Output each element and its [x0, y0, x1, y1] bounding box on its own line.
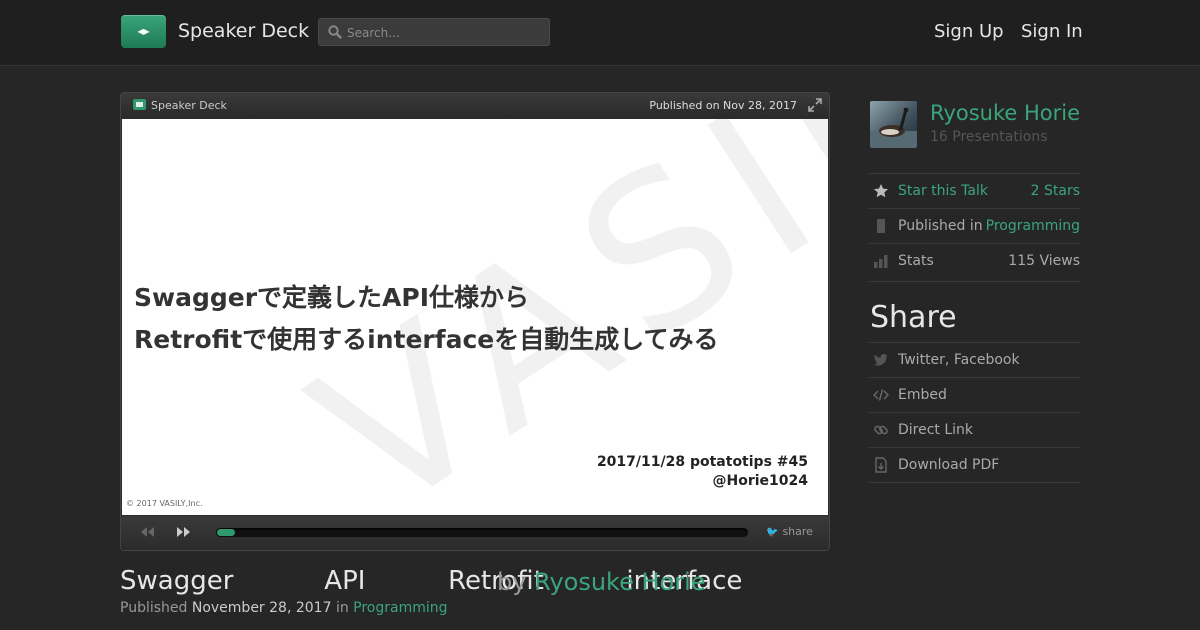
star-talk-label: Star this Talk [898, 183, 988, 199]
share-embed[interactable]: Embed [869, 377, 1080, 411]
slide-copyright: © 2017 VASILY,Inc. [126, 499, 203, 508]
goose-photo-icon [870, 107, 917, 148]
published-in-row: Published in Programming [869, 208, 1080, 242]
slide-title-line-1: Swaggerで定義したAPI仕様から [134, 283, 530, 312]
share-download-pdf-label: Download PDF [898, 457, 1000, 473]
star-count: 2 Stars [1030, 183, 1080, 199]
slide-handle: @Horie1024 [712, 473, 809, 489]
previous-slide-icon[interactable] [139, 526, 155, 538]
sign-in-link[interactable]: Sign In [1021, 21, 1083, 42]
published-date: November 28, 2017 [191, 600, 332, 616]
presentation-count[interactable]: 16 Presentations [930, 129, 1047, 145]
share-direct-link[interactable]: Direct Link [869, 412, 1080, 446]
byline-author-link[interactable]: Ryosuke Horie [534, 568, 705, 596]
link-icon [874, 425, 888, 435]
share-download-pdf[interactable]: Download PDF [869, 447, 1080, 481]
player-share-button[interactable]: 🐦 share [766, 525, 813, 538]
slide-player: Speaker Deck Published on Nov 28, 2017 V… [120, 92, 830, 551]
share-twitter-facebook[interactable]: Twitter, Facebook [869, 342, 1080, 376]
pdf-file-icon [875, 457, 887, 473]
published-in-word: in [335, 600, 349, 616]
share-twitter-facebook-label: Twitter, Facebook [898, 352, 1020, 368]
code-icon [873, 389, 889, 401]
bookmark-icon [877, 219, 885, 233]
slide-title-line-2: Retrofitで使用するinterfaceを自動生成してみる [134, 325, 719, 354]
star-icon [873, 184, 889, 198]
stats-divider [869, 281, 1080, 282]
search-box[interactable] [318, 18, 550, 46]
share-heading: Share [870, 300, 957, 335]
slide-meta: 2017/11/28 potatotips #45 @Horie1024 [597, 453, 808, 491]
avatar[interactable] [870, 101, 917, 148]
stats-views: 115 Views [1008, 253, 1080, 269]
player-controls: 🐦 share [121, 516, 829, 550]
share-divider [869, 482, 1080, 483]
player-logo-icon [133, 99, 146, 110]
slide-image[interactable]: VASILY Swaggerで定義したAPI仕様から Retrofitで使用する… [122, 119, 828, 515]
search-icon [328, 25, 342, 39]
progress-fill [217, 529, 235, 536]
player-published-date: Published on Nov 28, 2017 [649, 99, 797, 112]
talk-byline: by Ryosuke Horie [497, 568, 706, 596]
player-brand[interactable]: Speaker Deck [151, 99, 227, 112]
twitter-icon [873, 354, 888, 366]
fullscreen-icon[interactable] [808, 98, 822, 112]
top-bar: ◂▸ Speaker Deck Sign Up Sign In [0, 0, 1200, 66]
published-line: Published November 28, 2017 in Programmi… [120, 600, 448, 616]
stats-row: Stats 115 Views [869, 243, 1080, 277]
slide-event: 2017/11/28 potatotips #45 [596, 454, 808, 470]
published-in-category-link[interactable]: Programming [986, 218, 1080, 234]
speaker-deck-logo[interactable]: ◂▸ [121, 15, 166, 48]
twitter-bird-icon: 🐦 [766, 527, 779, 538]
byline-by: by [497, 568, 527, 596]
next-slide-icon[interactable] [176, 526, 192, 538]
logo-arrows-icon: ◂▸ [137, 24, 150, 38]
sign-up-link[interactable]: Sign Up [934, 21, 1004, 42]
search-input[interactable] [345, 23, 545, 43]
brand-name[interactable]: Speaker Deck [178, 20, 309, 42]
player-share-label: share [782, 525, 813, 538]
slide-progress-bar[interactable] [216, 528, 748, 537]
published-label: Published [120, 600, 188, 616]
player-header: Speaker Deck Published on Nov 28, 2017 [121, 93, 829, 118]
category-link[interactable]: Programming [353, 600, 447, 616]
published-in-label: Published in [898, 218, 983, 234]
bar-chart-icon [874, 255, 888, 268]
author-name-link[interactable]: Ryosuke Horie [930, 101, 1080, 125]
stats-label: Stats [898, 253, 934, 269]
share-embed-label: Embed [898, 387, 947, 403]
star-talk-row[interactable]: Star this Talk 2 Stars [869, 173, 1080, 207]
share-direct-link-label: Direct Link [898, 422, 974, 438]
slide-title: Swaggerで定義したAPI仕様から Retrofitで使用するinterfa… [134, 277, 719, 361]
